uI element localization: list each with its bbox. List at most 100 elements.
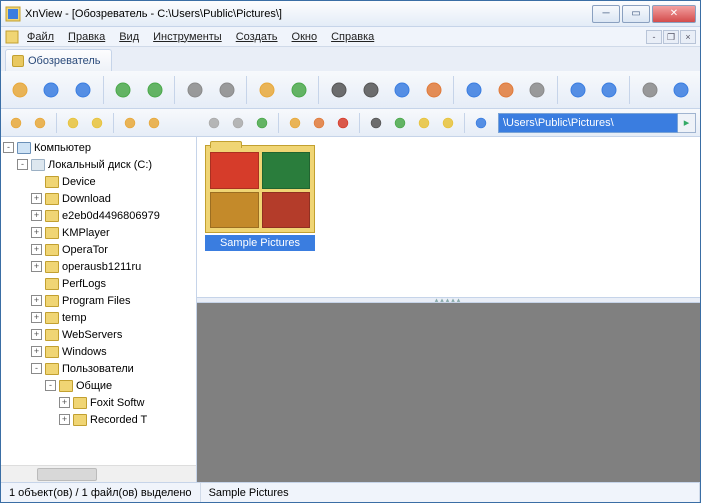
print-icon[interactable] <box>356 75 386 105</box>
search-icon[interactable] <box>324 75 354 105</box>
expand-icon[interactable]: + <box>59 414 70 425</box>
thumb-cell <box>210 192 259 229</box>
slideshow-icon[interactable] <box>68 75 98 105</box>
scan-icon[interactable] <box>387 75 417 105</box>
expand-icon[interactable]: + <box>59 397 70 408</box>
expand-icon[interactable]: + <box>31 295 42 306</box>
tree-item[interactable]: PerfLogs <box>1 275 196 292</box>
expand-icon[interactable]: + <box>31 193 42 204</box>
copy-icon[interactable] <box>180 75 210 105</box>
close-button[interactable]: ✕ <box>652 5 696 23</box>
path-input[interactable] <box>498 113 678 133</box>
menu-window[interactable]: Окно <box>286 30 324 44</box>
tree-item[interactable]: + WebServers <box>1 326 196 343</box>
forward-icon[interactable] <box>227 112 249 134</box>
batch2-icon[interactable] <box>594 75 624 105</box>
back-icon[interactable] <box>203 112 225 134</box>
options-icon[interactable] <box>212 75 242 105</box>
view-icon[interactable] <box>365 112 387 134</box>
titlebar[interactable]: XnView - [Обозреватель - C:\Users\Public… <box>1 1 700 27</box>
menu-edit[interactable]: Правка <box>62 30 111 44</box>
menu-tools[interactable]: Инструменты <box>147 30 228 44</box>
home-icon[interactable] <box>252 75 282 105</box>
open-icon[interactable] <box>5 75 35 105</box>
tree-label: WebServers <box>62 329 122 341</box>
menu-help[interactable]: Справка <box>325 30 380 44</box>
fav-icon[interactable] <box>62 112 84 134</box>
delete-icon[interactable] <box>332 112 354 134</box>
menu-file[interactable]: Файл <box>21 30 60 44</box>
filter2-icon[interactable] <box>437 112 459 134</box>
tree-icon[interactable] <box>5 112 27 134</box>
go-button[interactable]: ▸ <box>678 113 696 133</box>
menu-view[interactable]: Вид <box>113 30 145 44</box>
up-icon[interactable] <box>251 112 273 134</box>
tree-scrollbar[interactable] <box>1 465 196 482</box>
folder-icon <box>45 278 59 290</box>
capture-icon[interactable] <box>459 75 489 105</box>
expand-icon[interactable]: + <box>31 261 42 272</box>
mdi-close-button[interactable]: × <box>680 30 696 44</box>
tree-item[interactable]: -Локальный диск (C:) <box>1 156 196 173</box>
settings-icon[interactable] <box>635 75 665 105</box>
menu-create[interactable]: Создать <box>230 30 284 44</box>
tree-item[interactable]: -Пользователи <box>1 360 196 377</box>
up-icon[interactable] <box>284 75 314 105</box>
tree-item[interactable]: -Общие <box>1 377 196 394</box>
folder-icon <box>45 193 59 205</box>
expand-icon[interactable]: + <box>31 329 42 340</box>
newfolder-icon[interactable] <box>284 112 306 134</box>
sort-icon[interactable] <box>389 112 411 134</box>
folder-thumbnail[interactable]: Sample Pictures <box>205 145 315 251</box>
expand-icon[interactable]: + <box>31 227 42 238</box>
tree-item[interactable]: +Recorded T <box>1 411 196 428</box>
tree-item[interactable]: + Download <box>1 190 196 207</box>
maximize-button[interactable]: ▭ <box>622 5 650 23</box>
compare-icon[interactable] <box>522 75 552 105</box>
tree-item[interactable]: +operausb1211ru <box>1 258 196 275</box>
secondary-toolbar: ▸ <box>1 109 700 137</box>
tree-item[interactable]: +e2eb0d4496806979 <box>1 207 196 224</box>
tree-item[interactable]: +Program Files <box>1 292 196 309</box>
expand-icon[interactable]: + <box>31 210 42 221</box>
expand-icon[interactable]: + <box>31 244 42 255</box>
collapse-icon[interactable]: - <box>3 142 14 153</box>
collapse-icon[interactable]: - <box>31 363 42 374</box>
mdi-restore-button[interactable]: ❐ <box>663 30 679 44</box>
catadd-icon[interactable] <box>143 112 165 134</box>
mdi-minimize-button[interactable]: - <box>646 30 662 44</box>
expand-icon[interactable]: + <box>31 312 42 323</box>
batch-icon[interactable] <box>563 75 593 105</box>
expand-icon[interactable]: + <box>31 346 42 357</box>
about-icon[interactable] <box>666 75 696 105</box>
tree2-icon[interactable] <box>29 112 51 134</box>
collapse-icon[interactable]: - <box>45 380 56 391</box>
folder-icon <box>45 346 59 358</box>
collapse-icon[interactable]: - <box>17 159 28 170</box>
contact-icon[interactable] <box>419 75 449 105</box>
hex-icon[interactable] <box>491 75 521 105</box>
tree-item[interactable]: +KMPlayer <box>1 224 196 241</box>
minimize-button[interactable]: ─ <box>592 5 620 23</box>
tree-item[interactable]: Device <box>1 173 196 190</box>
doc-icon <box>5 30 19 44</box>
tree-item[interactable]: +Windows <box>1 343 196 360</box>
tree-label: Download <box>62 193 111 205</box>
tree-item[interactable]: +OperaTor <box>1 241 196 258</box>
filter-icon[interactable] <box>413 112 435 134</box>
folder-tree[interactable]: -Компьютер-Локальный диск (C:)Device + Dow… <box>1 137 196 465</box>
rename-icon[interactable] <box>308 112 330 134</box>
preview-pane[interactable] <box>197 303 700 482</box>
star-icon[interactable] <box>470 112 492 134</box>
tree-item[interactable]: +temp <box>1 309 196 326</box>
cat-icon[interactable] <box>119 112 141 134</box>
fullscreen-icon[interactable] <box>37 75 67 105</box>
favadd-icon[interactable] <box>86 112 108 134</box>
tree-item[interactable]: -Компьютер <box>1 139 196 156</box>
refresh-icon[interactable] <box>108 75 138 105</box>
thumbnail-caption: Sample Pictures <box>205 235 315 251</box>
thumbnail-pane[interactable]: Sample Pictures <box>197 137 700 297</box>
tab-browser[interactable]: Обозреватель <box>5 49 112 71</box>
tree-item[interactable]: +Foxit Softw <box>1 394 196 411</box>
refresh2-icon[interactable] <box>140 75 170 105</box>
